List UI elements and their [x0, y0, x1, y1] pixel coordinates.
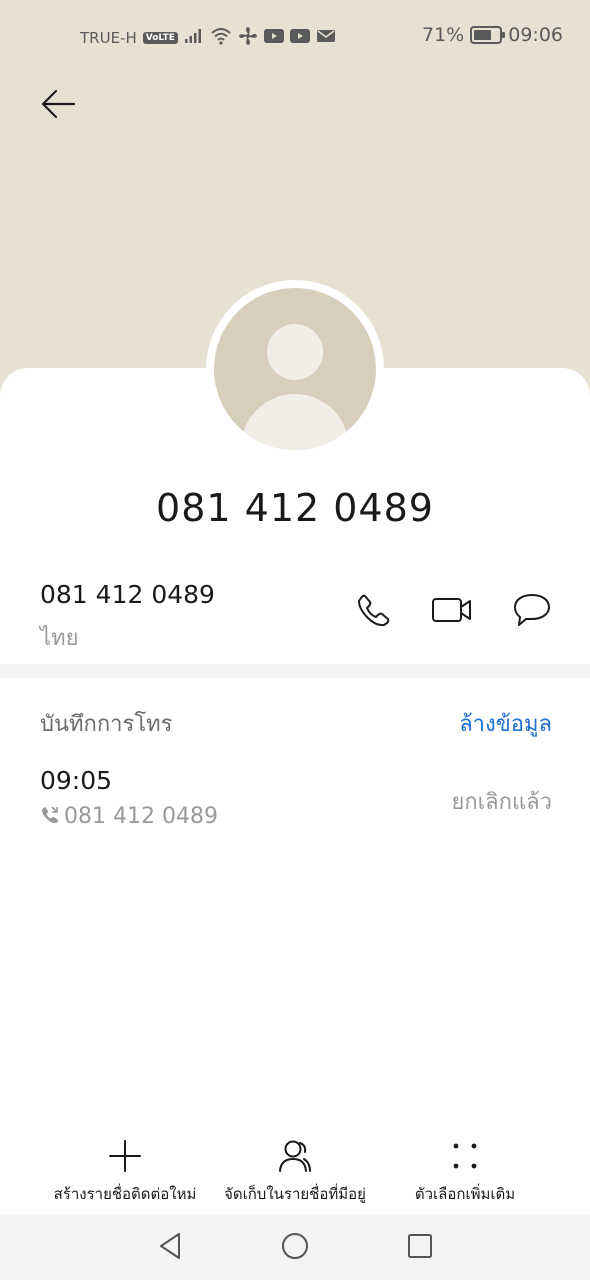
- call-button[interactable]: [354, 592, 394, 632]
- call-number: 081 412 0489: [64, 804, 218, 829]
- message-button[interactable]: [512, 592, 552, 632]
- nav-recents-button[interactable]: [400, 1228, 440, 1268]
- more-options-icon: [445, 1136, 485, 1176]
- volte-badge: VoLTE: [142, 32, 178, 44]
- youtube-icon: [263, 28, 284, 48]
- nav-home-button[interactable]: [275, 1228, 315, 1268]
- mail-icon: [316, 28, 336, 48]
- plus-icon: [105, 1136, 145, 1176]
- battery-fill: [474, 30, 492, 40]
- status-bar: TRUE-H VoLTE 71% 09:06: [0, 0, 590, 76]
- nav-back-button[interactable]: [150, 1228, 190, 1268]
- nav-recents-icon: [406, 1232, 434, 1264]
- nav-home-icon: [280, 1231, 310, 1265]
- signal-icon: [184, 28, 204, 48]
- call-time: 09:05: [40, 766, 113, 795]
- back-button[interactable]: [38, 86, 78, 126]
- clock: 09:06: [508, 24, 563, 46]
- call-status: ยกเลิกแล้ว: [451, 790, 552, 815]
- phone-icon: [356, 592, 392, 632]
- video-call-icon: [431, 595, 473, 629]
- status-right: 71% 09:06: [422, 24, 563, 46]
- phone-number: 081 412 0489: [40, 580, 215, 609]
- clear-log-button[interactable]: ล้างข้อมูล: [459, 706, 552, 741]
- video-call-button[interactable]: [432, 592, 472, 632]
- status-left: TRUE-H VoLTE: [80, 26, 336, 50]
- avatar-head: [267, 324, 323, 380]
- back-arrow-icon: [40, 88, 76, 124]
- section-divider: [0, 664, 590, 678]
- battery-icon: [470, 26, 506, 44]
- message-icon: [512, 592, 552, 632]
- avatar[interactable]: [214, 288, 376, 450]
- call-log-header: บันทึกการโทร: [40, 712, 173, 737]
- more-options-button[interactable]: ตัวเลือกเพิ่มเติม: [370, 1136, 560, 1206]
- carrier-label: TRUE-H: [80, 29, 137, 47]
- battery-percent: 71%: [422, 24, 465, 46]
- save-to-existing-button[interactable]: จัดเก็บในรายชื่อที่มีอยู่: [200, 1136, 390, 1206]
- call-number-row: 081 412 0489: [40, 804, 218, 829]
- nav-back-icon: [156, 1231, 184, 1265]
- number-region: ไทย: [40, 626, 79, 651]
- youtube-icon: [289, 28, 310, 48]
- save-to-existing-label: จัดเก็บในรายชื่อที่มีอยู่: [224, 1185, 366, 1203]
- more-options-label: ตัวเลือกเพิ่มเติม: [414, 1185, 516, 1203]
- contact-title: 081 412 0489: [156, 486, 434, 530]
- fan-icon: [238, 26, 258, 50]
- missed-call-icon: [40, 805, 60, 829]
- create-contact-label: สร้างรายชื่อติดต่อใหม่: [53, 1185, 197, 1203]
- system-nav-bar: [0, 1214, 590, 1280]
- create-contact-button[interactable]: สร้างรายชื่อติดต่อใหม่: [30, 1136, 220, 1206]
- avatar-body: [241, 394, 349, 450]
- person-icon: [275, 1136, 315, 1176]
- wifi-icon: [210, 27, 232, 49]
